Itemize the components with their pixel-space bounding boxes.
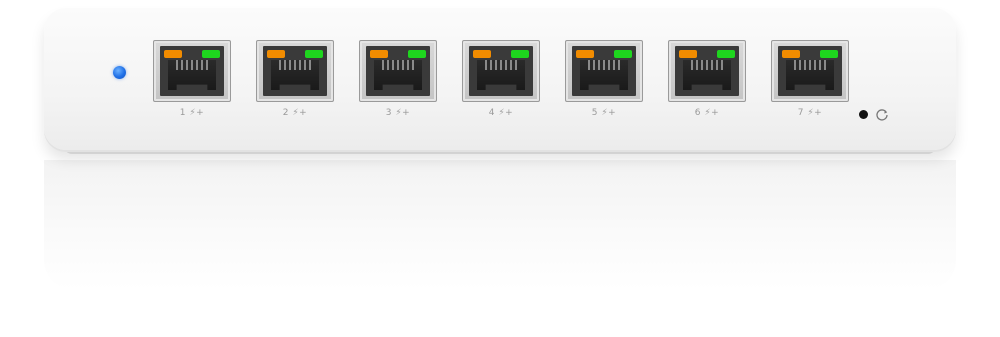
ethernet-port-6[interactable]: 6 ⚡+ (668, 40, 746, 124)
jack-pins (588, 60, 620, 70)
link-speed-led (679, 50, 697, 58)
port-number-label: 3 ⚡+ (385, 108, 411, 118)
power-status-led (113, 66, 126, 79)
port-number-label: 7 ⚡+ (797, 108, 823, 118)
activity-led (511, 50, 529, 58)
activity-led (614, 50, 632, 58)
activity-led (820, 50, 838, 58)
ethernet-port-5[interactable]: 5 ⚡+ (565, 40, 643, 124)
port-number-label: 6 ⚡+ (694, 108, 720, 118)
activity-led (408, 50, 426, 58)
link-speed-led (370, 50, 388, 58)
jack-pins (485, 60, 517, 70)
jack-pins (382, 60, 414, 70)
activity-led (202, 50, 220, 58)
ethernet-port-4[interactable]: 4 ⚡+ (462, 40, 540, 124)
jack-pins (176, 60, 208, 70)
activity-led (305, 50, 323, 58)
rj45-jack[interactable] (771, 40, 849, 102)
jack-opening (366, 46, 430, 96)
jack-opening (469, 46, 533, 96)
rj45-jack[interactable] (668, 40, 746, 102)
jack-opening (160, 46, 224, 96)
jack-pins (794, 60, 826, 70)
jack-pins (691, 60, 723, 70)
jack-pins (279, 60, 311, 70)
reset-button[interactable] (859, 110, 868, 119)
ethernet-port-7[interactable]: 7 ⚡+ (771, 40, 849, 124)
device-reflection (44, 160, 956, 290)
jack-opening (778, 46, 842, 96)
rj45-jack[interactable] (462, 40, 540, 102)
port-number-label: 4 ⚡+ (488, 108, 514, 118)
link-speed-led (164, 50, 182, 58)
link-speed-led (576, 50, 594, 58)
jack-opening (572, 46, 636, 96)
jack-opening (675, 46, 739, 96)
activity-led (717, 50, 735, 58)
port-number-label: 5 ⚡+ (591, 108, 617, 118)
link-speed-led (782, 50, 800, 58)
port-number-label: 2 ⚡+ (282, 108, 308, 118)
link-speed-led (473, 50, 491, 58)
reset-icon (876, 109, 888, 121)
link-speed-led (267, 50, 285, 58)
rj45-jack[interactable] (359, 40, 437, 102)
ethernet-port-3[interactable]: 3 ⚡+ (359, 40, 437, 124)
jack-opening (263, 46, 327, 96)
rj45-jack[interactable] (565, 40, 643, 102)
ethernet-port-1[interactable]: 1 ⚡+ (153, 40, 231, 124)
rj45-jack[interactable] (256, 40, 334, 102)
ethernet-port-2[interactable]: 2 ⚡+ (256, 40, 334, 124)
rj45-jack[interactable] (153, 40, 231, 102)
port-number-label: 1 ⚡+ (179, 108, 205, 118)
